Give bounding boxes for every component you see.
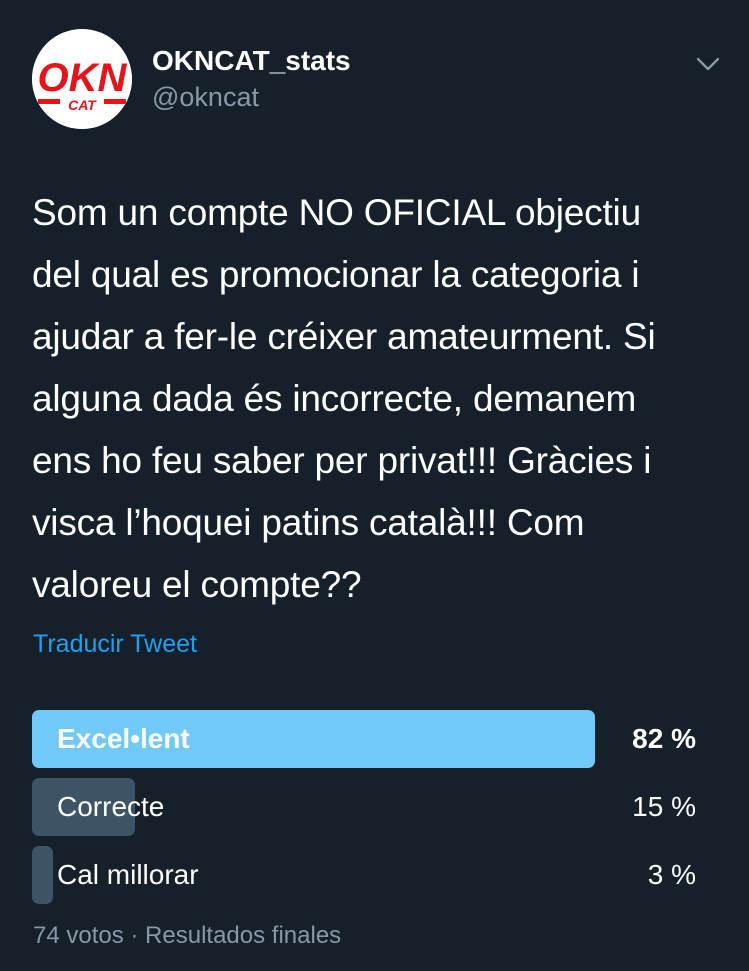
logo-text-top: OKN <box>38 56 128 100</box>
poll-option-percent: 3 % <box>647 859 696 890</box>
tweet-text-line: valoreu el compte?? <box>32 564 362 605</box>
translate-tweet-link[interactable]: Traducir Tweet <box>33 630 197 659</box>
tweet-text-line: Som un compte NO OFICIAL objectiu <box>32 192 641 233</box>
poll-option-percent: 82 % <box>632 723 696 754</box>
user-name[interactable]: OKNCAT_stats <box>152 45 351 77</box>
tweet-text-line: ens ho feu saber per privat!!! Gràcies i <box>32 440 652 481</box>
tweet-text: Som un compte NO OFICIAL objectiu del qu… <box>32 182 722 616</box>
poll-option-label: Excel•lent <box>57 723 190 754</box>
okncat-logo: OKN CAT <box>32 29 132 129</box>
poll-option-label: Cal millorar <box>57 859 199 890</box>
poll-option: Correcte 15 % <box>32 778 696 836</box>
logo-text-bottom: CAT <box>68 97 97 113</box>
poll-option-label: Correcte <box>57 791 165 822</box>
tweet-header: OKN CAT OKNCAT_stats @okncat <box>0 0 749 140</box>
tweet-text-line: alguna dada és incorrecte, demanem <box>32 378 637 419</box>
avatar[interactable]: OKN CAT <box>32 29 132 129</box>
poll-footer: 74 votos · Resultados finales <box>33 922 342 949</box>
tweet-text-line: visca l’hoquei patins català!!! Com <box>32 502 585 543</box>
poll-option-percent: 15 % <box>632 791 696 822</box>
user-handle[interactable]: @okncat <box>152 82 259 113</box>
poll-option: Cal millorar 3 % <box>32 846 696 904</box>
poll-option: Excel•lent 82 % <box>32 710 696 768</box>
poll: Excel•lent 82 % Correcte 15 % Cal millor… <box>32 710 696 914</box>
tweet-text-line: ajudar a fer-le créixer amateurment. Si <box>32 316 656 357</box>
tweet-text-line: del qual es promocionar la categoria i <box>32 254 640 295</box>
poll-result-bar <box>32 846 53 904</box>
chevron-down-icon[interactable] <box>694 52 722 76</box>
